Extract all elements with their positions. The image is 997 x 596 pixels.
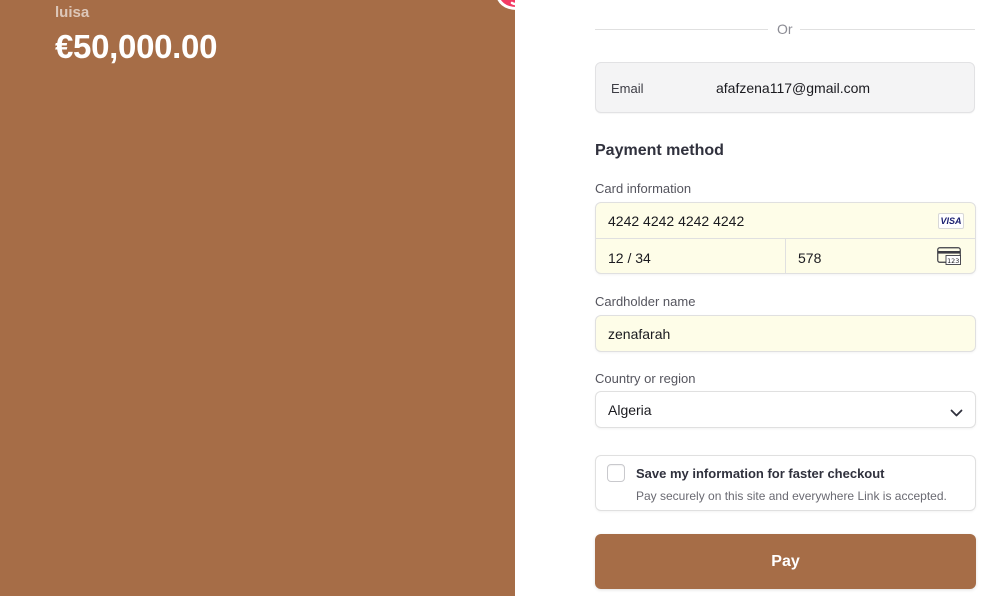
pay-button[interactable]: Pay [595,534,976,589]
email-value[interactable]: afafzena117@gmail.com [716,80,870,96]
divider-line-right [800,29,975,30]
card-cvc-input[interactable]: 578 [798,250,821,266]
card-field-separator [785,239,786,273]
visa-icon: VISA [938,213,964,229]
total-amount: €50,000.00 [55,28,218,65]
order-summary-panel: luisa €50,000.00 [0,0,515,596]
cardholder-name-input[interactable]: zenafarah [595,315,976,352]
country-select[interactable]: Algeria [595,391,976,428]
save-info-option: Save my information for faster checkout … [595,455,976,511]
save-info-subtitle: Pay securely on this site and everywhere… [636,489,947,503]
save-info-title[interactable]: Save my information for faster checkout [636,466,885,481]
save-info-checkbox[interactable] [607,464,625,482]
cardholder-name-label: Cardholder name [595,294,696,309]
email-field[interactable]: Email afafzena117@gmail.com [595,62,975,113]
card-information-input: 4242 4242 4242 4242 VISA 12 / 34 578 123 [595,202,976,274]
or-divider-label: Or [777,21,793,37]
chevron-down-icon [950,405,963,423]
card-expiry-input[interactable]: 12 / 34 [608,250,651,266]
payment-method-title: Payment method [595,142,724,159]
email-label: Email [611,81,644,96]
country-label: Country or region [595,371,696,386]
divider-line-left [595,29,768,30]
cardholder-name-value: zenafarah [608,326,671,342]
or-divider: Or [595,19,975,39]
country-value: Algeria [608,402,652,418]
card-information-label: Card information [595,181,692,196]
checkout-form: Or Email afafzena117@gmail.com Payment m… [515,0,997,596]
card-cvc-icon: 123 [937,247,961,270]
merchant-name: luisa [55,4,90,21]
card-expiry-cvc-row: 12 / 34 578 123 [596,238,975,273]
card-number-input[interactable]: 4242 4242 4242 4242 [608,213,744,229]
cvc-icon-digits: 123 [947,257,959,265]
